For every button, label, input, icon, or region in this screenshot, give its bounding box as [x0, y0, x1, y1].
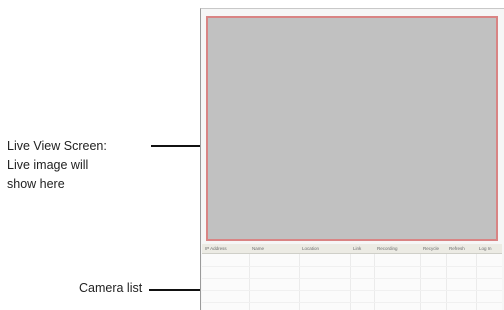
column-header-name[interactable]: Name [252, 245, 264, 252]
table-row-line [202, 266, 502, 267]
column-header-location[interactable]: Location [302, 245, 319, 252]
column-header-ip-address[interactable]: IP Address [205, 245, 227, 252]
camera-list-callout-pointer [149, 289, 205, 291]
column-header-recording[interactable]: Recording [377, 245, 398, 252]
table-row-line [202, 290, 502, 291]
camera-list-header: IP Address Name Location Link Recording … [202, 244, 502, 254]
camera-list-callout-text: Camera list [79, 281, 143, 295]
live-view-callout-label: Live View Screen: Live image will show h… [7, 137, 107, 194]
camera-list: IP Address Name Location Link Recording … [202, 244, 502, 310]
live-view-screen [206, 16, 498, 241]
column-header-log-in[interactable]: Log In [479, 245, 492, 252]
table-row-line [202, 278, 502, 279]
live-view-callout-line1: Live View Screen: [7, 139, 107, 153]
column-header-refresh[interactable]: Refresh [449, 245, 465, 252]
app-screenshot: IP Address Name Location Link Recording … [200, 8, 504, 310]
column-header-recycle[interactable]: Recycle [423, 245, 439, 252]
live-view-callout-line3: show here [7, 177, 65, 191]
camera-list-callout-label: Camera list [79, 279, 142, 298]
live-view-callout-line2: Live image will [7, 158, 89, 172]
table-row-line [202, 302, 502, 303]
live-view-callout-pointer [151, 145, 205, 147]
column-header-link[interactable]: Link [353, 245, 361, 252]
